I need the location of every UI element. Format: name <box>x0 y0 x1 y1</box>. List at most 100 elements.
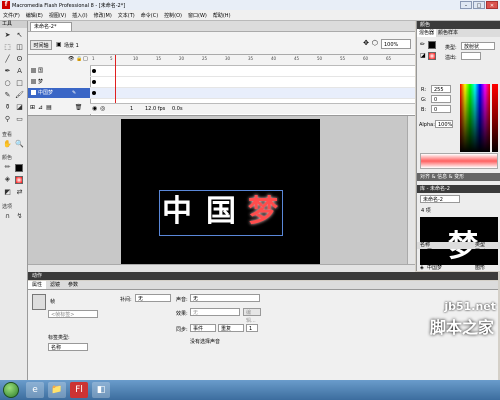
fill-bucket-icon[interactable]: ◪ <box>420 52 426 59</box>
sync-repeat-select[interactable]: 重复 <box>218 324 244 332</box>
taskbar-explorer-icon[interactable]: 📁 <box>48 382 66 398</box>
stroke-color-icon[interactable]: ✏ <box>2 162 13 173</box>
playhead[interactable] <box>115 55 116 103</box>
menu-help[interactable]: 帮助(H) <box>210 12 234 19</box>
gradient-preview[interactable] <box>420 153 498 169</box>
keyframe[interactable] <box>92 69 96 73</box>
menu-insert[interactable]: 插入(I) <box>69 12 90 19</box>
scene-label[interactable]: 场景 1 <box>64 42 79 49</box>
paint-bucket-tool-icon[interactable]: ◪ <box>14 102 25 113</box>
menu-text[interactable]: 文本(T) <box>115 12 138 19</box>
menu-commands[interactable]: 命令(C) <box>138 12 161 19</box>
arrow-tool-icon[interactable]: ➤ <box>2 30 13 41</box>
eyedropper-tool-icon[interactable]: ⚲ <box>2 114 13 125</box>
alpha-input[interactable]: 100% <box>435 120 453 128</box>
zoom-tool-icon[interactable]: 🔍 <box>14 139 25 150</box>
stroke-color-swatch[interactable] <box>15 164 23 172</box>
insert-layer-icon[interactable]: ⊞ <box>30 104 35 111</box>
stage-vertical-scrollbar[interactable] <box>407 116 415 264</box>
brush-tool-icon[interactable]: 🖌 <box>14 90 25 101</box>
frame-row[interactable] <box>90 66 415 77</box>
align-info-transform-header[interactable]: 对齐 & 信息 & 变形 <box>417 173 500 181</box>
color-panel-header[interactable]: 颜色 <box>417 21 500 29</box>
zoom-select[interactable]: 100% <box>381 39 411 49</box>
outline-icon[interactable]: □ <box>83 56 88 62</box>
tab-filters[interactable]: 滤镜 <box>46 281 64 289</box>
frame-row[interactable] <box>90 88 415 99</box>
tab-parameters[interactable]: 参数 <box>64 281 82 289</box>
tab-color-swatches[interactable]: 颜色样本 <box>436 29 460 37</box>
lasso-tool-icon[interactable]: ʘ <box>14 54 25 65</box>
tween-select[interactable]: 无 <box>135 294 171 302</box>
black-white-icon[interactable]: ◩ <box>2 187 13 198</box>
stroke-pencil-icon[interactable]: ✏ <box>420 41 425 48</box>
stage-char-guo[interactable]: 国 <box>206 195 236 229</box>
layer-row[interactable]: 国 <box>28 66 90 76</box>
overflow-select[interactable] <box>461 52 481 60</box>
menu-window[interactable]: 窗口(W) <box>185 12 210 19</box>
stage[interactable]: 中 国 梦 <box>121 119 320 264</box>
fill-color-swatch[interactable] <box>15 176 23 184</box>
minimize-button[interactable]: – <box>460 1 472 9</box>
library-col-name[interactable]: 名称 <box>420 242 430 249</box>
subselect-tool-icon[interactable]: ↖ <box>14 30 25 41</box>
close-button[interactable]: ✕ <box>486 1 498 9</box>
actions-panel-header[interactable]: 动作 <box>28 272 498 280</box>
layer-row-selected[interactable]: 中国梦 ✎ <box>28 88 90 98</box>
free-transform-tool-icon[interactable]: ⬚ <box>2 42 13 53</box>
smooth-icon[interactable]: ↯ <box>14 211 25 222</box>
mixer-stroke-swatch[interactable] <box>428 41 436 49</box>
color-spectrum[interactable] <box>460 84 490 152</box>
eraser-tool-icon[interactable]: ▭ <box>14 114 25 125</box>
menu-modify[interactable]: 修改(M) <box>91 12 115 19</box>
text-tool-icon[interactable]: A <box>14 66 25 77</box>
stage-horizontal-scrollbar[interactable] <box>28 264 415 272</box>
document-tab[interactable]: 未命名-2* <box>30 22 72 31</box>
tab-properties[interactable]: 属性 <box>28 281 47 289</box>
selection-box[interactable]: 中 国 梦 <box>159 190 283 236</box>
edit-button[interactable]: 编辑... <box>243 308 261 324</box>
taskbar-flash-icon[interactable]: Fl <box>70 382 88 398</box>
rectangle-tool-icon[interactable]: □ <box>14 78 25 89</box>
pencil-tool-icon[interactable]: ✎ <box>2 90 13 101</box>
taskbar-app-icon[interactable]: ◧ <box>92 382 110 398</box>
fill-color-icon[interactable]: ◈ <box>2 174 13 185</box>
effect-select[interactable]: 无 <box>190 308 240 316</box>
ink-bottle-tool-icon[interactable]: ⚱ <box>2 102 13 113</box>
library-col-type[interactable]: 类型 <box>475 242 485 249</box>
blue-input[interactable]: 0 <box>431 105 451 113</box>
library-document-select[interactable]: 未命名-2 <box>420 195 460 203</box>
sync-event-select[interactable]: 事件 <box>190 324 216 332</box>
sound-select[interactable]: 无 <box>190 294 260 302</box>
eye-icon[interactable]: 👁 <box>68 56 74 62</box>
label-type-select[interactable]: 名称 <box>48 343 88 351</box>
hand-tool-icon[interactable]: ✋ <box>2 139 13 150</box>
library-header[interactable]: 库 - 未命名-2 <box>417 185 500 193</box>
library-item[interactable]: ◈ 中国梦 图形 <box>417 265 500 271</box>
onion-skin-icon[interactable]: ◎ <box>100 104 105 114</box>
pen-tool-icon[interactable]: ✒ <box>2 66 13 77</box>
line-tool-icon[interactable]: ╱ <box>2 54 13 65</box>
timeline-toggle-button[interactable]: 时间轴 <box>30 40 52 50</box>
menu-file[interactable]: 文件(F) <box>0 12 23 19</box>
lock-icon[interactable]: 🔒 <box>76 56 82 62</box>
taskbar-ie-icon[interactable]: e <box>26 382 44 398</box>
tab-color-mixer[interactable]: 混色器 <box>417 29 437 37</box>
menu-control[interactable]: 控制(O) <box>161 12 185 19</box>
start-button[interactable] <box>3 382 19 398</box>
insert-folder-icon[interactable]: ▤ <box>46 104 52 111</box>
stage-char-zhong[interactable]: 中 <box>162 195 192 229</box>
layer-row[interactable]: 梦 <box>28 77 90 87</box>
stage-char-meng[interactable]: 梦 <box>248 195 278 229</box>
keyframe[interactable] <box>92 80 96 84</box>
swap-colors-icon[interactable]: ⇄ <box>14 187 25 198</box>
menu-view[interactable]: 视图(V) <box>46 12 69 19</box>
frame-row[interactable] <box>90 77 415 88</box>
mixer-fill-swatch[interactable] <box>428 52 436 60</box>
edit-symbol-icon[interactable]: ⬡ <box>372 39 378 47</box>
menu-edit[interactable]: 编辑(E) <box>23 12 46 19</box>
red-input[interactable]: 255 <box>431 85 451 93</box>
snap-magnet-icon[interactable]: ∩ <box>2 211 13 222</box>
frame-label-input[interactable]: <帧标签> <box>48 310 98 318</box>
frame-ruler[interactable]: 1 5 10 15 20 25 30 35 40 45 50 55 60 65 <box>90 55 415 66</box>
